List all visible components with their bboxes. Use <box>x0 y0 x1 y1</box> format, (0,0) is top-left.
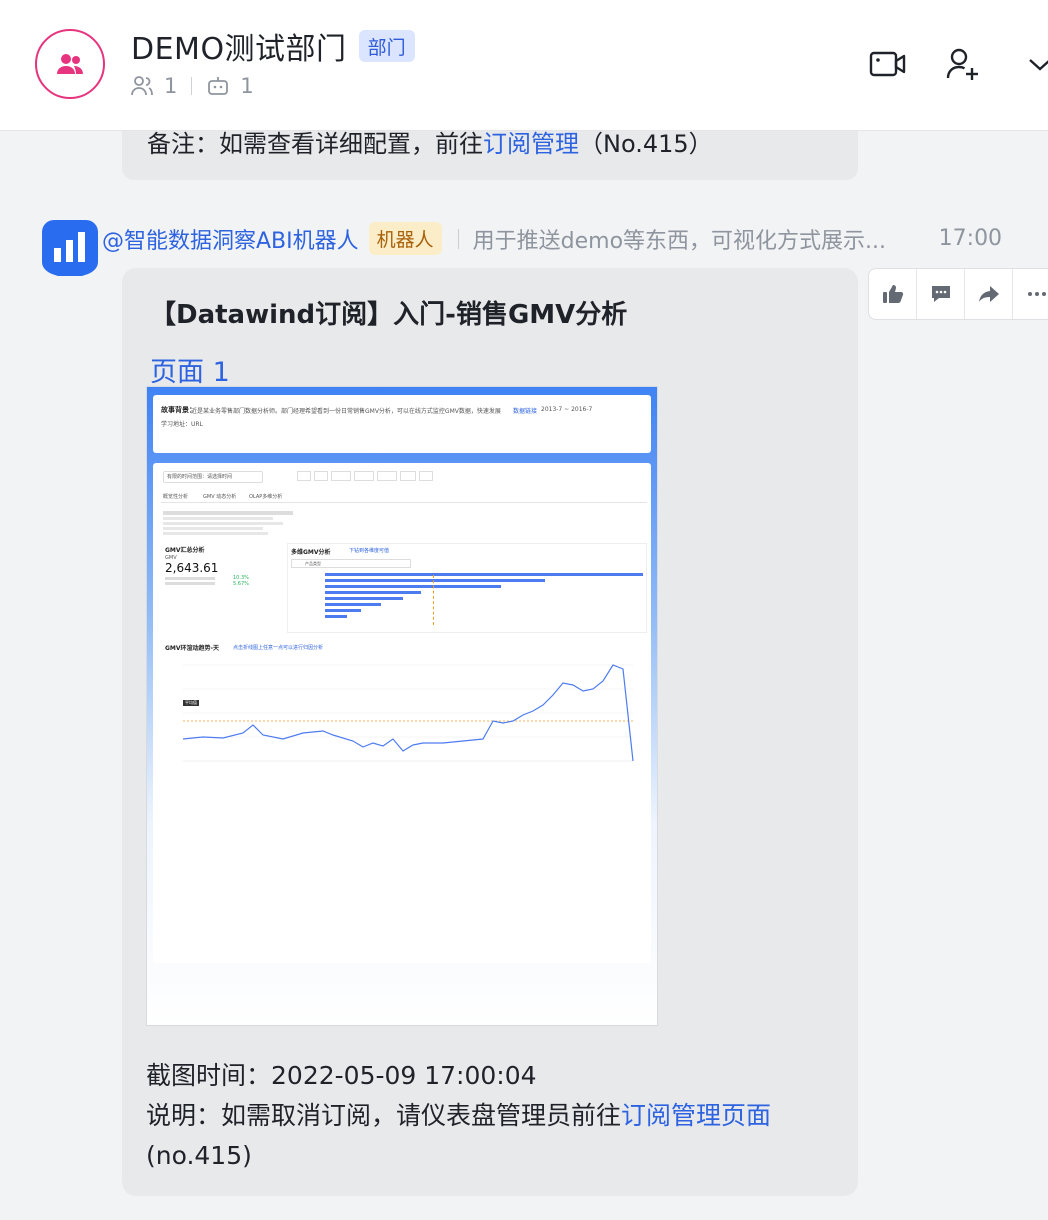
page-link[interactable]: 页面 1 <box>150 350 230 389</box>
group-avatar[interactable] <box>35 29 105 99</box>
video-call-icon <box>869 51 906 77</box>
department-tag: 部门 <box>358 30 415 62</box>
card-footer: 截图时间：2022-05-09 17:00:04 说明：如需取消订阅，请仪表盘管… <box>146 1061 772 1170</box>
add-member-button[interactable] <box>943 44 983 84</box>
bot-tag: 机器人 <box>368 222 442 255</box>
more-icon <box>1028 292 1046 296</box>
more-options-button[interactable] <box>1020 44 1048 84</box>
add-member-icon <box>946 48 978 80</box>
like-button[interactable] <box>869 269 917 319</box>
more-button[interactable] <box>1013 269 1048 319</box>
group-icon <box>57 54 83 74</box>
forward-icon <box>978 286 999 302</box>
subscription-manage-link[interactable]: 订阅管理 <box>483 130 579 158</box>
chevron-down-icon <box>1029 59 1048 71</box>
sender-description: 用于推送demo等东西，可视化方式展示... <box>472 228 887 254</box>
bot-avatar[interactable] <box>42 220 98 280</box>
bar-chart-logo-icon <box>42 220 98 280</box>
video-call-button[interactable] <box>868 44 908 84</box>
members-icon <box>131 76 153 96</box>
message-card: 【Datawind订阅】入门-销售GMV分析 页面 1 故事背景： 近是某业务零… <box>122 268 858 1196</box>
thumbs-up-icon <box>882 285 903 303</box>
member-count[interactable]: 1 <box>164 74 177 98</box>
message-time: 17:00 <box>938 226 1003 251</box>
subscription-page-link[interactable]: 订阅管理页面 <box>621 1101 771 1130</box>
chat-header: DEMO测试部门 部门 1 1 <box>0 0 1048 131</box>
chat-title: DEMO测试部门 <box>131 32 347 67</box>
message-actions-toolbar <box>868 268 1048 320</box>
dashboard-snapshot[interactable]: 故事背景： 近是某业务零售部门数据分析师。部门经理希望看到一份日常销售GMV分析… <box>146 386 658 1026</box>
bot-count[interactable]: 1 <box>240 74 253 98</box>
comment-icon <box>931 286 950 302</box>
sender-name[interactable]: @智能数据洞察ABI机器人 <box>102 223 359 255</box>
forward-button[interactable] <box>965 269 1013 319</box>
gmv-trend-line <box>182 664 634 762</box>
capture-time: 2022-05-09 17:00:04 <box>271 1061 537 1090</box>
robot-icon <box>208 77 229 95</box>
comment-button[interactable] <box>917 269 965 319</box>
card-title: 【Datawind订阅】入门-销售GMV分析 <box>150 300 628 330</box>
